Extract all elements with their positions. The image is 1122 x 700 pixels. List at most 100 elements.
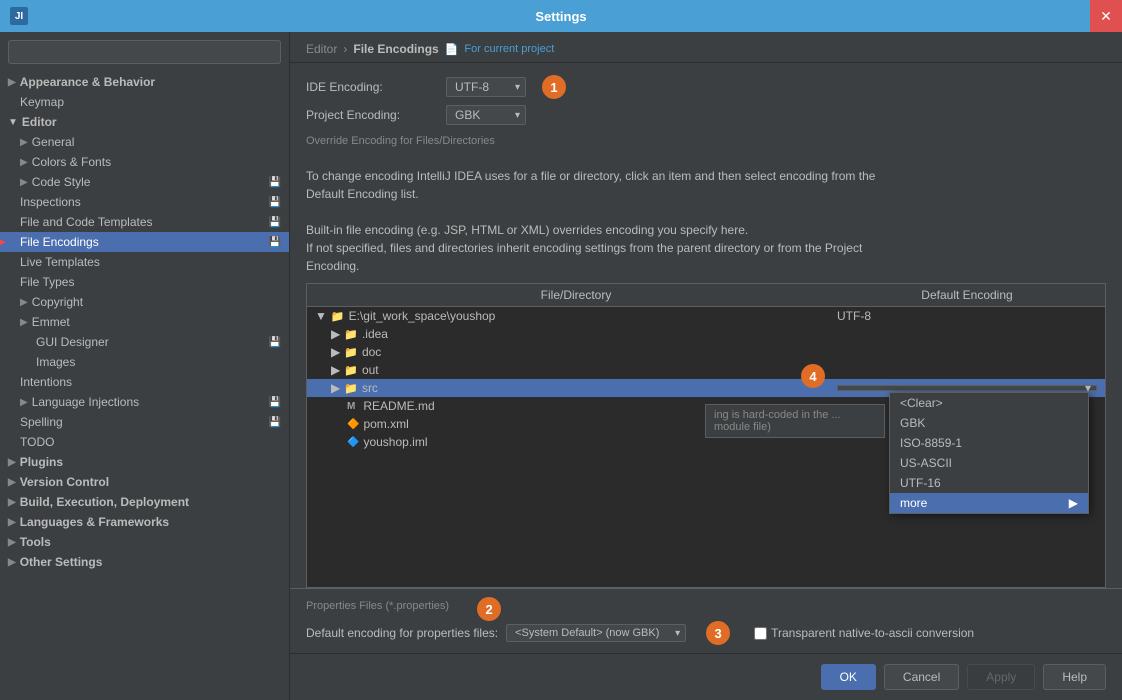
file-name: 🔶 pom.xml — [315, 417, 837, 431]
sidebar-label: Tools — [20, 535, 51, 549]
sidebar-label: Emmet — [32, 315, 70, 329]
sidebar-label: Keymap — [20, 95, 64, 109]
sidebar-item-todo[interactable]: TODO — [0, 432, 289, 452]
arrow-icon: ▶ — [20, 177, 28, 188]
arrow-icon: ▶ — [20, 297, 28, 308]
sidebar-item-spelling[interactable]: Spelling 💾 — [0, 412, 289, 432]
sidebar-item-build-execution[interactable]: ▶ Build, Execution, Deployment — [0, 492, 289, 512]
col-default-encoding: Default Encoding — [837, 288, 1097, 302]
file-encoding: UTF-8 — [837, 309, 1097, 323]
sidebar-label: Plugins — [20, 455, 63, 469]
ide-encoding-dropdown[interactable]: UTF-8 — [446, 77, 526, 97]
breadcrumb: Editor — [306, 42, 337, 56]
encoding-option-iso[interactable]: ISO-8859-1 — [890, 433, 1088, 453]
ide-encoding-label: IDE Encoding: — [306, 80, 446, 94]
title-bar: JI Settings ✕ — [0, 0, 1122, 32]
iml-icon: 🔷 — [347, 437, 359, 448]
file-name: ▶ 📁 doc — [315, 345, 837, 359]
file-name-text: pom.xml — [363, 417, 408, 431]
file-encoding-dropdown-container[interactable] — [837, 385, 1097, 391]
project-encoding-dropdown[interactable]: GBK — [446, 105, 526, 125]
sidebar-item-tools[interactable]: ▶ Tools — [0, 532, 289, 552]
sidebar-item-appearance[interactable]: ▶ Appearance & Behavior — [0, 72, 289, 92]
sidebar-item-general[interactable]: ▶ General — [0, 132, 289, 152]
encoding-option-gbk[interactable]: GBK — [890, 413, 1088, 433]
file-name: M README.md — [315, 399, 837, 413]
project-encoding-row: Project Encoding: GBK — [306, 105, 1106, 125]
col-file-directory: File/Directory — [315, 288, 837, 302]
sidebar-label: General — [32, 135, 75, 149]
expand-icon: ▶ — [331, 327, 340, 341]
expand-icon: ▶ — [331, 345, 340, 359]
sidebar-item-language-injections[interactable]: ▶ Language Injections 💾 — [0, 392, 289, 412]
folder-icon: 📁 — [344, 328, 358, 341]
sidebar-item-inspections[interactable]: Inspections 💾 — [0, 192, 289, 212]
file-row[interactable]: ▶ 📁 out — [307, 361, 1105, 379]
badge-3: 3 — [706, 621, 730, 645]
arrow-icon: ▶ — [8, 477, 16, 488]
save-icon: 💾 — [269, 397, 281, 408]
sidebar-item-intentions[interactable]: Intentions — [0, 372, 289, 392]
app-logo: JI — [10, 7, 28, 25]
sidebar-item-code-style[interactable]: ▶ Code Style 💾 — [0, 172, 289, 192]
expand-icon: ▼ — [315, 309, 327, 323]
sidebar-item-other-settings[interactable]: ▶ Other Settings — [0, 552, 289, 572]
properties-encoding-dropdown[interactable]: <System Default> (now GBK) — [506, 624, 686, 642]
sidebar-item-keymap[interactable]: Keymap — [0, 92, 289, 112]
encoding-option-more[interactable]: more ▶ — [890, 493, 1088, 513]
file-row[interactable]: ▼ 📁 E:\git_work_space\youshop UTF-8 — [307, 307, 1105, 325]
sidebar-label: Other Settings — [20, 555, 103, 569]
badge-4: 4 — [801, 364, 825, 388]
sidebar-label: File Types — [20, 275, 74, 289]
arrow-icon: ▶ — [8, 77, 16, 88]
form-area: IDE Encoding: UTF-8 1 Project Encoding: … — [290, 63, 1122, 167]
badge-2: 2 — [477, 597, 501, 621]
properties-row: Default encoding for properties files: <… — [306, 621, 1106, 645]
help-button[interactable]: Help — [1043, 664, 1106, 690]
file-name: 🔷 youshop.iml — [315, 435, 837, 449]
sidebar-item-plugins[interactable]: ▶ Plugins — [0, 452, 289, 472]
search-input[interactable] — [8, 40, 281, 64]
sidebar-item-file-encodings[interactable]: File Encodings 💾 — [0, 232, 289, 252]
apply-button[interactable]: Apply — [967, 664, 1035, 690]
sidebar-item-file-types[interactable]: File Types — [0, 272, 289, 292]
cancel-button[interactable]: Cancel — [884, 664, 959, 690]
file-name: ▶ 📁 .idea — [315, 327, 837, 341]
sidebar-label: Language Injections — [32, 395, 139, 409]
sidebar-label: Copyright — [32, 295, 83, 309]
sidebar-label: Colors & Fonts — [32, 155, 111, 169]
arrow-icon: ▶ — [8, 557, 16, 568]
file-name-text: youshop.iml — [363, 435, 427, 449]
file-row[interactable]: ▶ 📁 .idea — [307, 325, 1105, 343]
arrow-icon: ▶ — [20, 157, 28, 168]
folder-icon: 📁 — [344, 364, 358, 377]
save-icon: 💾 — [269, 177, 281, 188]
file-name-text: src — [362, 381, 378, 395]
encoding-option-clear[interactable]: <Clear> — [890, 393, 1088, 413]
close-button[interactable]: ✕ — [1090, 0, 1122, 32]
save-icon: 💾 — [269, 197, 281, 208]
properties-area: Properties Files (*.properties) 2 Defaul… — [290, 588, 1122, 653]
sidebar-label: Live Templates — [20, 255, 100, 269]
encoding-option-usascii[interactable]: US-ASCII — [890, 453, 1088, 473]
sidebar-item-images[interactable]: Images — [0, 352, 289, 372]
file-row[interactable]: ▶ 📁 doc — [307, 343, 1105, 361]
sidebar-item-copyright[interactable]: ▶ Copyright — [0, 292, 289, 312]
encoding-select-btn[interactable] — [837, 385, 1097, 391]
transparent-checkbox[interactable] — [754, 627, 767, 640]
sidebar-item-live-templates[interactable]: Live Templates — [0, 252, 289, 272]
sidebar-item-languages-frameworks[interactable]: ▶ Languages & Frameworks — [0, 512, 289, 532]
sidebar-label: Editor — [22, 115, 57, 129]
sidebar-item-emmet[interactable]: ▶ Emmet — [0, 312, 289, 332]
desc-line1: To change encoding IntelliJ IDEA uses fo… — [306, 169, 875, 183]
sidebar-item-colors-fonts[interactable]: ▶ Colors & Fonts — [0, 152, 289, 172]
properties-label: Default encoding for properties files: — [306, 626, 498, 640]
content-area: Editor › File Encodings 📄 For current pr… — [290, 32, 1122, 700]
sidebar-item-gui-designer[interactable]: GUI Designer 💾 — [0, 332, 289, 352]
sidebar-item-file-code-templates[interactable]: File and Code Templates 💾 — [0, 212, 289, 232]
desc-line4: Built-in file encoding (e.g. JSP, HTML o… — [306, 223, 748, 237]
ok-button[interactable]: OK — [821, 664, 876, 690]
sidebar-item-version-control[interactable]: ▶ Version Control — [0, 472, 289, 492]
sidebar-item-editor[interactable]: ▼ Editor — [0, 112, 289, 132]
encoding-option-utf16[interactable]: UTF-16 — [890, 473, 1088, 493]
